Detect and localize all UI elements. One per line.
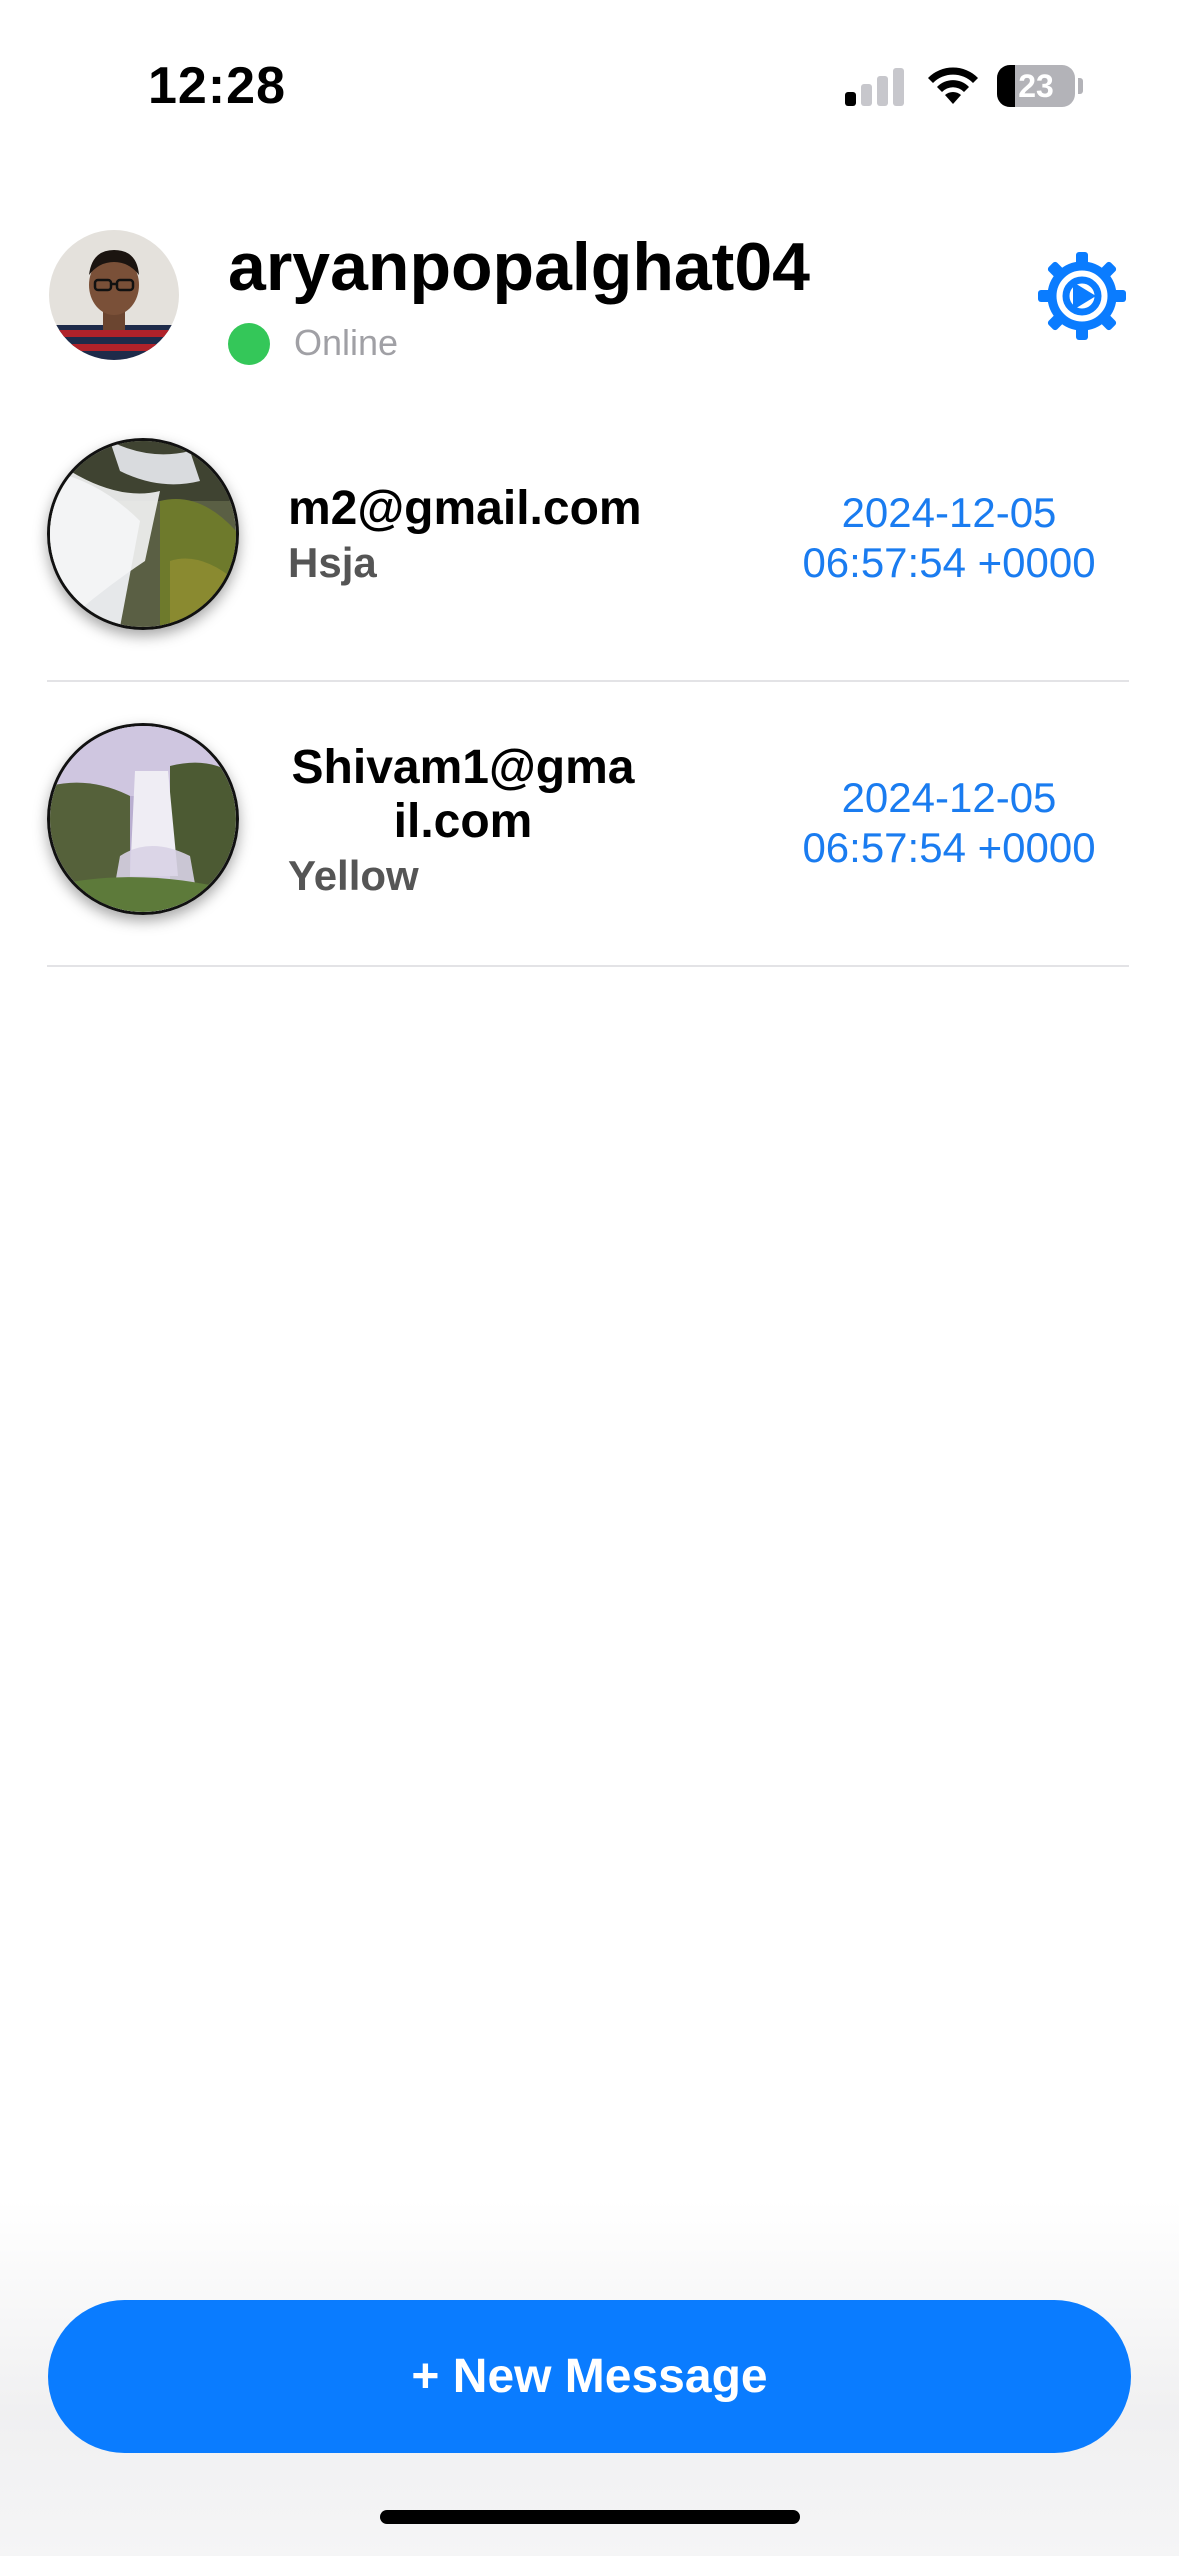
- message-timestamp: 2024-12-05 06:57:54 +0000: [769, 488, 1129, 588]
- new-message-button[interactable]: + New Message: [48, 2300, 1131, 2453]
- message-date: 2024-12-05: [841, 774, 1057, 821]
- battery-tip: [1078, 78, 1083, 94]
- conversation-row[interactable]: m2@gmail.com Hsja 2024-12-05 06:57:54 +0…: [0, 430, 1179, 715]
- message-preview: Hsja: [288, 539, 377, 586]
- message-preview: Yellow: [288, 852, 419, 899]
- battery-percentage: 23: [1018, 68, 1054, 104]
- battery-icon: 23: [997, 65, 1075, 107]
- row-divider: [47, 965, 1129, 967]
- online-status-label: Online: [294, 322, 399, 363]
- contact-name: m2@gmail.com: [288, 482, 642, 535]
- wifi-icon: [928, 67, 978, 104]
- username: aryanpopalghat04: [228, 229, 810, 305]
- contact-name: Shivam1@gmail.com: [291, 741, 635, 848]
- profile-avatar[interactable]: [49, 230, 179, 360]
- home-indicator[interactable]: [380, 2510, 800, 2524]
- status-time: 12:28: [148, 57, 286, 115]
- settings-button[interactable]: [1038, 252, 1126, 340]
- message-timestamp: 2024-12-05 06:57:54 +0000: [769, 773, 1129, 873]
- conversation-text: m2@gmail.com Hsja: [288, 482, 642, 590]
- gear-icon: [1038, 252, 1126, 340]
- conversation-row[interactable]: Shivam1@gmail.com Yellow 2024-12-05 06:5…: [0, 715, 1179, 1000]
- message-date: 2024-12-05: [841, 489, 1057, 536]
- row-divider: [47, 680, 1129, 682]
- message-time: 06:57:54 +0000: [802, 539, 1096, 586]
- message-time: 06:57:54 +0000: [802, 824, 1096, 871]
- contact-avatar: [47, 723, 239, 915]
- online-status-dot: [228, 323, 270, 365]
- contact-avatar: [47, 438, 239, 630]
- conversation-text: Shivam1@gmail.com Yellow: [288, 741, 638, 903]
- chat-list-screen: 12:28 23 aryanpopalghat04 Online m2@gmai…: [0, 0, 1179, 2556]
- cellular-signal-icon: [845, 66, 905, 106]
